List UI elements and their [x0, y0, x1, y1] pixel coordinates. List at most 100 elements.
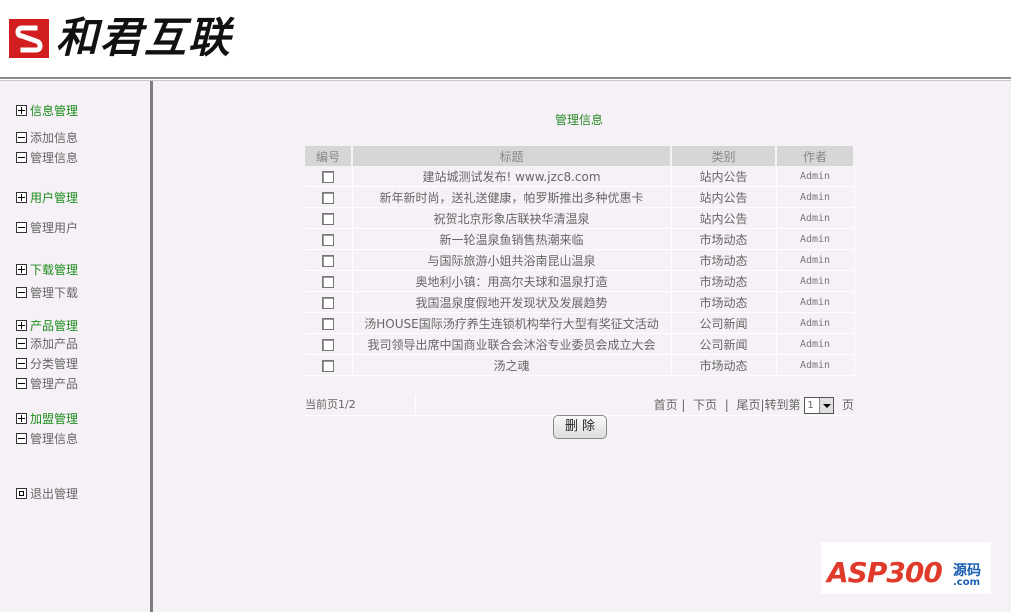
- row-category: 公司新闻: [671, 333, 777, 355]
- sidebar-item-label: 管理产品: [30, 377, 79, 391]
- pager-last-link[interactable]: 尾页: [736, 398, 760, 412]
- sidebar-group-label: 用户管理: [30, 191, 79, 205]
- table-row: 新一轮温泉鱼销售热潮来临 市场动态 Admin: [305, 228, 855, 250]
- column-header-title: 标题: [352, 146, 672, 166]
- header-divider: [0, 77, 1011, 79]
- table-row: 祝贺北京形象店联袂华清温泉 站内公告 Admin: [305, 207, 855, 229]
- chevron-down-icon: [819, 398, 834, 413]
- sidebar-item-manage-products[interactable]: 管理产品: [16, 376, 78, 392]
- row-title[interactable]: 我司领导出席中国商业联合会沐浴专业委员会成立大会: [352, 333, 672, 355]
- table-row: 我司领导出席中国商业联合会沐浴专业委员会成立大会 公司新闻 Admin: [305, 333, 855, 355]
- row-category: 市场动态: [671, 291, 777, 313]
- page-select-value: 1: [807, 400, 814, 411]
- row-author: Admin: [776, 291, 855, 313]
- pager-goto-label: 转到第: [764, 398, 801, 412]
- sidebar-item-add-info[interactable]: 添加信息: [16, 130, 78, 146]
- row-category: 市场动态: [671, 354, 777, 376]
- pager-next-link[interactable]: 下页: [693, 398, 717, 412]
- row-checkbox-cell: [305, 166, 353, 187]
- sidebar-group-users[interactable]: 用户管理: [16, 190, 78, 206]
- info-table: 编号 标题 类别 作者 建站城测试发布! www.jzc8.com 站内公告 Adm…: [305, 146, 855, 376]
- pager-current: 当前页1/2: [305, 395, 416, 416]
- sidebar-group-label: 加盟管理: [30, 412, 79, 426]
- row-title[interactable]: 新年新时尚，送礼送健康，帕罗斯推出多种优惠卡: [352, 186, 672, 208]
- sidebar-item-manage-franchise[interactable]: 管理信息: [16, 431, 78, 447]
- collapse-icon: [16, 287, 27, 298]
- row-checkbox[interactable]: [322, 233, 335, 246]
- sidebar-item-manage-downloads[interactable]: 管理下载: [16, 285, 78, 301]
- collapse-icon: [16, 378, 27, 389]
- row-category: 市场动态: [671, 228, 777, 250]
- expand-icon: [16, 320, 27, 331]
- logout-icon: [16, 488, 27, 499]
- row-checkbox[interactable]: [322, 212, 335, 225]
- row-checkbox[interactable]: [322, 275, 335, 288]
- logo-text: 和君互联: [56, 13, 233, 62]
- row-title[interactable]: 我国温泉度假地开发现状及发展趋势: [352, 291, 672, 313]
- logout-label: 退出管理: [30, 487, 79, 501]
- column-header-id: 编号: [305, 146, 353, 166]
- row-title[interactable]: 汤HOUSE国际汤疗养生连锁机构举行大型有奖征文活动: [352, 312, 672, 334]
- sidebar-group-downloads[interactable]: 下载管理: [16, 262, 78, 278]
- page-select[interactable]: 1: [804, 397, 835, 414]
- row-title[interactable]: 与国际旅游小姐共浴南昆山温泉: [352, 249, 672, 271]
- row-checkbox[interactable]: [322, 338, 335, 351]
- table-row: 奥地利小镇：用高尔夫球和温泉打造 市场动态 Admin: [305, 270, 855, 292]
- sidebar-item-add-product[interactable]: 添加产品: [16, 336, 78, 352]
- row-category: 公司新闻: [671, 312, 777, 334]
- sidebar-item-label: 管理信息: [30, 432, 79, 446]
- row-checkbox-cell: [305, 186, 353, 208]
- sidebar-item-manage-info[interactable]: 管理信息: [16, 150, 78, 166]
- row-checkbox[interactable]: [322, 254, 335, 267]
- row-checkbox-cell: [305, 249, 353, 271]
- collapse-icon: [16, 433, 27, 444]
- expand-icon: [16, 413, 27, 424]
- row-checkbox[interactable]: [322, 296, 335, 309]
- row-author: Admin: [776, 207, 855, 229]
- delete-button[interactable]: 删除: [553, 415, 607, 439]
- sidebar-group-franchise[interactable]: 加盟管理: [16, 411, 78, 427]
- row-title[interactable]: 奥地利小镇：用高尔夫球和温泉打造: [352, 270, 672, 292]
- watermark-text: ASP300: [827, 556, 943, 589]
- row-author: Admin: [776, 354, 855, 376]
- sidebar-item-label: 管理用户: [30, 221, 79, 235]
- row-title[interactable]: 建站城测试发布! www.jzc8.com: [352, 166, 672, 187]
- row-checkbox-cell: [305, 312, 353, 334]
- expand-icon: [16, 105, 27, 116]
- sidebar-item-manage-users[interactable]: 管理用户: [16, 220, 78, 236]
- collapse-icon: [16, 132, 27, 143]
- sidebar-group-info[interactable]: 信息管理: [16, 103, 78, 119]
- row-checkbox[interactable]: [322, 170, 335, 183]
- page-title: 管理信息: [555, 113, 604, 127]
- collapse-icon: [16, 222, 27, 233]
- row-author: Admin: [776, 186, 855, 208]
- row-author: Admin: [776, 312, 855, 334]
- row-title[interactable]: 汤之魂: [352, 354, 672, 376]
- row-author: Admin: [776, 270, 855, 292]
- row-title[interactable]: 祝贺北京形象店联袂华清温泉: [352, 207, 672, 229]
- watermark-com: .com: [953, 577, 981, 588]
- table-row: 汤之魂 市场动态 Admin: [305, 354, 855, 376]
- row-checkbox[interactable]: [322, 191, 335, 204]
- sidebar-item-label: 添加产品: [30, 337, 79, 351]
- row-checkbox-cell: [305, 270, 353, 292]
- sidebar-item-label: 管理下载: [30, 286, 79, 300]
- sidebar-group-products[interactable]: 产品管理: [16, 318, 78, 334]
- row-title[interactable]: 新一轮温泉鱼销售热潮来临: [352, 228, 672, 250]
- header: 和君互联: [0, 0, 1011, 78]
- sidebar-item-label: 管理信息: [30, 151, 79, 165]
- row-checkbox[interactable]: [322, 359, 335, 372]
- sidebar-item-categories[interactable]: 分类管理: [16, 356, 78, 372]
- row-author: Admin: [776, 249, 855, 271]
- row-author: Admin: [776, 166, 855, 187]
- table-row: 建站城测试发布! www.jzc8.com 站内公告 Admin: [305, 166, 855, 187]
- expand-icon: [16, 264, 27, 275]
- sidebar-group-label: 信息管理: [30, 104, 79, 118]
- row-checkbox-cell: [305, 207, 353, 229]
- pager-first-link[interactable]: 首页: [654, 398, 678, 412]
- sidebar-logout[interactable]: 退出管理: [16, 486, 78, 502]
- row-checkbox-cell: [305, 354, 353, 376]
- table-header-row: 编号 标题 类别 作者: [305, 146, 855, 166]
- table-row: 汤HOUSE国际汤疗养生连锁机构举行大型有奖征文活动 公司新闻 Admin: [305, 312, 855, 334]
- row-checkbox[interactable]: [322, 317, 335, 330]
